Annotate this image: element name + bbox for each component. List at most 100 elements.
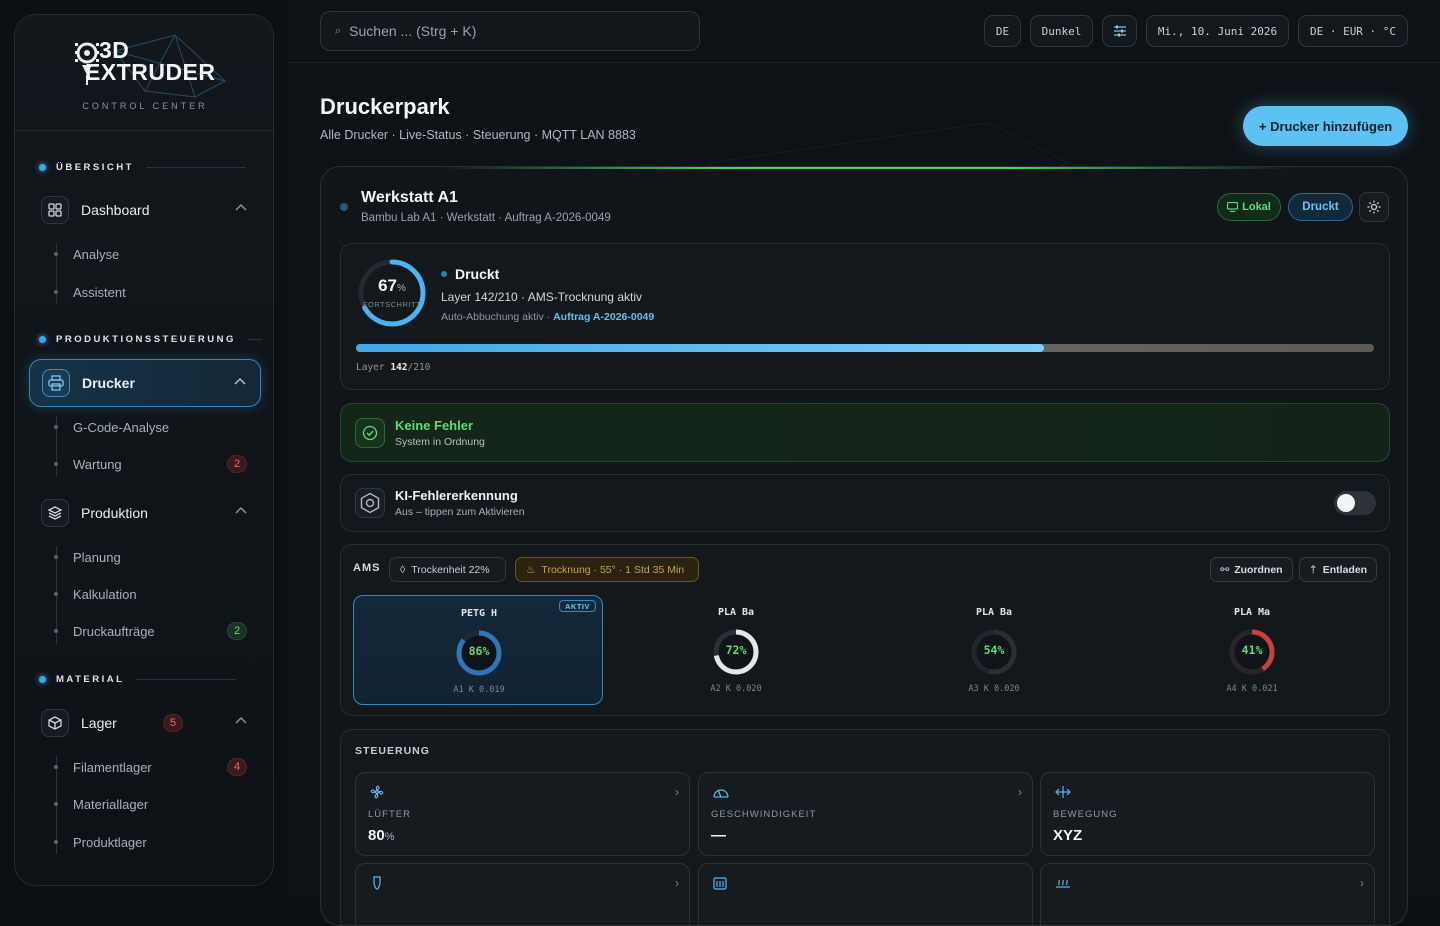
section-line bbox=[145, 166, 246, 168]
chevron-up-icon[interactable] bbox=[235, 203, 247, 211]
fan-value-display: 80% bbox=[368, 827, 394, 844]
sidebar-subitem-label: Materiallager bbox=[73, 796, 149, 812]
ams-slot[interactable]: PLA Ba 54% A3 K 0.020 bbox=[869, 595, 1119, 705]
progress-unit: % bbox=[397, 283, 406, 294]
search-input[interactable]: ⌕ Suchen ... (Strg + K) bbox=[320, 11, 700, 51]
sidebar-item-druckauftraege[interactable]: Druckaufträge bbox=[54, 620, 155, 642]
ams-panel: AMS ◊ Trockenheit 22% ♨ Trocknung · 55° · … bbox=[340, 544, 1390, 716]
sidebar-item-dashboard[interactable]: Dashboard bbox=[29, 186, 261, 234]
display-control-tile[interactable] bbox=[698, 863, 1033, 925]
chevron-up-icon[interactable] bbox=[235, 506, 247, 514]
topbar-divider bbox=[288, 62, 1440, 63]
chevron-up-icon[interactable] bbox=[234, 377, 246, 385]
order-link[interactable]: Auftrag A-2026-0049 bbox=[553, 311, 654, 323]
sidebar-subitem-label: Druckaufträge bbox=[73, 623, 155, 639]
nozzle-control-tile[interactable]: › bbox=[355, 863, 690, 925]
wartung-count-badge: 2 bbox=[227, 455, 247, 473]
page-subtitle: Alle Drucker · Live-Status · Steuerung ·… bbox=[320, 128, 636, 142]
brand-logo[interactable]: 3D EXTRUDER CONTROL CENTER bbox=[15, 15, 273, 131]
sidebar-item-planung[interactable]: Planung bbox=[54, 546, 121, 568]
sidebar-item-drucker[interactable]: Drucker bbox=[29, 359, 261, 407]
sidebar-item-gcode-analyse[interactable]: G-Code-Analyse bbox=[54, 416, 169, 438]
printing-status-badge[interactable]: Druckt bbox=[1288, 193, 1353, 221]
ai-detection-panel[interactable]: KI-Fehlererkennung Aus – tippen zum Akti… bbox=[340, 474, 1390, 532]
sidebar-item-materiallager[interactable]: Materiallager bbox=[54, 793, 149, 815]
print-state: Druckt bbox=[441, 266, 499, 282]
language-button[interactable]: DE bbox=[984, 15, 1021, 47]
printer-settings-button[interactable] bbox=[1359, 192, 1389, 222]
heatbed-icon bbox=[1056, 879, 1070, 888]
local-badge[interactable]: Lokal bbox=[1217, 193, 1281, 221]
unload-button[interactable]: ⇡ Entladen bbox=[1299, 557, 1377, 582]
dryness-chip[interactable]: ◊ Trockenheit 22% bbox=[389, 557, 506, 582]
status-glow-line bbox=[441, 167, 1291, 169]
sidebar-subitem-label: Wartung bbox=[73, 456, 122, 472]
assign-button[interactable]: ⚯ Zuordnen bbox=[1210, 557, 1293, 582]
sidebar-item-analyse[interactable]: Analyse bbox=[54, 243, 119, 265]
brand-line2: EXTRUDER bbox=[85, 59, 216, 85]
ams-slot[interactable]: PLA Ba 72% A2 K 0.020 bbox=[611, 595, 861, 705]
settings-sliders-button[interactable] bbox=[1102, 15, 1137, 47]
slot-percent: 41% bbox=[1241, 643, 1263, 657]
auto-booking-text: Auto-Abbuchung aktiv · bbox=[441, 311, 554, 323]
sidebar-item-wartung[interactable]: Wartung bbox=[54, 453, 122, 475]
add-printer-button[interactable]: + Drucker hinzufügen bbox=[1243, 106, 1408, 146]
chevron-right-icon: › bbox=[675, 785, 679, 799]
drying-text: Trocknung · 55° · 1 Std 35 Min bbox=[541, 563, 685, 576]
section-header-material: MATERIAL bbox=[39, 671, 237, 687]
section-label: ÜBERSICHT bbox=[56, 161, 134, 173]
heat-icon: ♨ bbox=[526, 563, 536, 576]
fan-control-tile[interactable]: › LÜFTER 80% bbox=[355, 772, 690, 856]
search-placeholder: Suchen ... (Strg + K) bbox=[349, 23, 477, 39]
sidebar-item-label: Drucker bbox=[82, 375, 135, 391]
tree-dot bbox=[54, 765, 58, 769]
upload-icon: ⇡ bbox=[1308, 563, 1318, 576]
tree-dot bbox=[54, 252, 58, 256]
slot-percent: 54% bbox=[983, 643, 1005, 657]
local-badge-label: Lokal bbox=[1242, 201, 1271, 213]
sidebar-subitem-label: Produktlager bbox=[73, 834, 147, 850]
sidebar-item-kalkulation[interactable]: Kalkulation bbox=[54, 583, 137, 605]
section-dot bbox=[39, 335, 46, 343]
sidebar-item-filamentlager[interactable]: Filamentlager bbox=[54, 756, 152, 778]
ams-slot[interactable]: AKTIV PETG H 86% A1 K 0.019 bbox=[353, 595, 603, 705]
tree-dot bbox=[54, 555, 58, 559]
bed-heating-tile[interactable]: › bbox=[1040, 863, 1375, 925]
printer-status-dot bbox=[340, 203, 348, 211]
tree-dot bbox=[54, 802, 58, 806]
speed-control-tile[interactable]: › GESCHWINDIGKEIT — bbox=[698, 772, 1033, 856]
check-circle-icon bbox=[355, 418, 385, 448]
ai-detection-toggle[interactable] bbox=[1334, 491, 1376, 515]
ams-slot[interactable]: PLA Ma 41% A4 K 0.021 bbox=[1127, 595, 1377, 705]
printer-name: Werkstatt A1 bbox=[361, 189, 458, 206]
theme-button[interactable]: Dunkel bbox=[1030, 15, 1093, 47]
sidebar-item-assistent[interactable]: Assistent bbox=[54, 281, 126, 303]
sidebar-item-produktlager[interactable]: Produktlager bbox=[54, 831, 147, 853]
slot-material: PLA Ba bbox=[975, 607, 1013, 618]
print-state-label: Druckt bbox=[455, 266, 500, 282]
chevron-right-icon: › bbox=[1018, 785, 1022, 799]
sidebar-item-label: Dashboard bbox=[81, 202, 150, 218]
assign-label: Zuordnen bbox=[1234, 563, 1283, 576]
section-label: MATERIAL bbox=[56, 673, 125, 685]
sidebar-item-produktion[interactable]: Produktion bbox=[29, 489, 261, 537]
slot-k-value: A2 K 0.020 bbox=[710, 684, 762, 694]
page-title: Druckerpark bbox=[320, 94, 450, 119]
movement-control-tile[interactable]: BEWEGUNG XYZ bbox=[1040, 772, 1375, 856]
control-panel: STEUERUNG › LÜFTER 80% › GESCHWINDIGKEIT… bbox=[340, 729, 1390, 925]
sidebar-item-lager[interactable]: Lager 5 bbox=[29, 699, 261, 747]
fan-icon bbox=[370, 785, 384, 799]
unload-label: Entladen bbox=[1322, 563, 1368, 576]
ai-detection-title: KI-Fehlererkennung bbox=[395, 488, 518, 503]
locale-button[interactable]: DE · EUR · °C bbox=[1298, 15, 1408, 47]
slot-material: PLA Ma bbox=[1233, 607, 1271, 618]
drying-chip[interactable]: ♨ Trocknung · 55° · 1 Std 35 Min bbox=[515, 557, 699, 582]
date-display[interactable]: Mi., 10. Juni 2026 bbox=[1146, 15, 1289, 47]
chevron-up-icon[interactable] bbox=[235, 716, 247, 724]
fan-value: 80 bbox=[368, 827, 385, 844]
fan-unit: % bbox=[384, 831, 395, 843]
section-header-uebersicht: ÜBERSICHT bbox=[39, 159, 246, 175]
brand-tagline: CONTROL CENTER bbox=[82, 101, 208, 111]
error-status-panel: Keine Fehler System in Ordnung bbox=[340, 403, 1390, 462]
ai-detection-text: Aus – tippen zum Aktivieren bbox=[395, 506, 525, 518]
